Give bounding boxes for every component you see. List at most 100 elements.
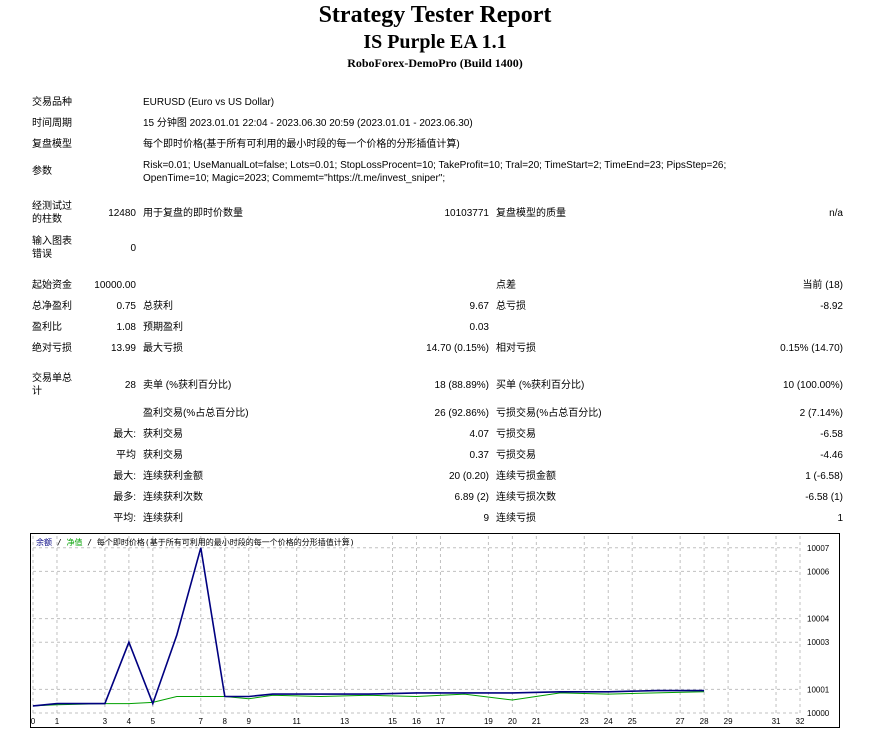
net-profit-value: 0.75 bbox=[116, 301, 136, 312]
x-tick-label: 0 bbox=[31, 717, 36, 726]
x-tick-label: 20 bbox=[508, 717, 517, 726]
x-tick-label: 5 bbox=[151, 717, 156, 726]
y-tick-label: 10004 bbox=[807, 615, 830, 624]
long-positions-value: 10 (100.00%) bbox=[782, 380, 843, 391]
maximal-consecutive-loss-label: 连续亏损次数 bbox=[496, 492, 556, 503]
legend-sep-1: / bbox=[52, 538, 66, 547]
chart-legend: 余额 / 净值 / 每个即时价格(基于所有可利用的最小时段的每一个价格的分形插值… bbox=[36, 537, 355, 547]
mismatch-value: 0 bbox=[130, 243, 136, 254]
legend-sep-2: / bbox=[82, 538, 96, 547]
x-tick-label: 24 bbox=[604, 717, 613, 726]
profit-factor-label: 盈利比 bbox=[32, 322, 62, 333]
largest-profit-label: 获利交易 bbox=[143, 429, 183, 440]
maximal-drawdown-value: 14.70 (0.15%) bbox=[426, 343, 489, 354]
bars-value: 12480 bbox=[108, 208, 136, 219]
y-tick-label: 10003 bbox=[807, 638, 830, 647]
total-trades-label-1: 交易单总 bbox=[32, 373, 72, 384]
x-tick-label: 31 bbox=[772, 717, 781, 726]
ticks-label: 用于复盘的即时价数量 bbox=[143, 208, 243, 219]
average-prefix: 平均 bbox=[116, 450, 136, 461]
largest-prefix: 最大: bbox=[113, 429, 136, 440]
maximal-consecutive-profit-value: 6.89 (2) bbox=[454, 492, 489, 503]
chart-frame bbox=[30, 533, 840, 728]
expected-payoff-value: 0.03 bbox=[469, 322, 489, 333]
params-line-1: Risk=0.01; UseManualLot=false; Lots=0.01… bbox=[143, 160, 727, 171]
x-tick-label: 3 bbox=[103, 717, 108, 726]
largest-profit-value: 4.07 bbox=[469, 429, 489, 440]
max-prefix: 最大: bbox=[113, 471, 136, 482]
expected-payoff-label: 预期盈利 bbox=[143, 322, 183, 333]
x-tick-label: 32 bbox=[796, 717, 805, 726]
average-profit-label: 获利交易 bbox=[143, 450, 183, 461]
maximal-prefix: 最多: bbox=[113, 492, 136, 503]
x-tick-label: 9 bbox=[246, 717, 251, 726]
average-profit-value: 0.37 bbox=[469, 450, 489, 461]
profit-factor-value: 1.08 bbox=[116, 322, 136, 333]
short-positions-value: 18 (88.89%) bbox=[434, 380, 489, 391]
model-value: 每个即时价格(基于所有可利用的最小时段的每一个价格的分形插值计算) bbox=[143, 139, 460, 150]
x-tick-label: 15 bbox=[388, 717, 397, 726]
mismatch-label-2: 错误 bbox=[32, 249, 52, 260]
x-tick-label: 16 bbox=[412, 717, 421, 726]
absolute-drawdown-value: 13.99 bbox=[110, 343, 136, 354]
profit-trades-value: 26 (92.86%) bbox=[434, 408, 489, 419]
spread-label: 点差 bbox=[496, 280, 516, 291]
y-tick-label: 10001 bbox=[807, 685, 830, 694]
period-value: 15 分钟图 2023.01.01 22:04 - 2023.06.30 20:… bbox=[143, 118, 473, 129]
x-tick-label: 4 bbox=[127, 717, 132, 726]
y-tick-label: 10007 bbox=[807, 544, 830, 553]
x-tick-label: 19 bbox=[484, 717, 493, 726]
balance-chart: 100001000110003100041000610007 013457891… bbox=[30, 533, 840, 728]
total-trades-value: 28 bbox=[124, 380, 136, 391]
report-subtitle: IS Purple EA 1.1 bbox=[363, 31, 507, 53]
maximal-consecutive-loss-value: -6.58 (1) bbox=[805, 492, 843, 503]
average-loss-label: 亏损交易 bbox=[496, 450, 536, 461]
largest-loss-label: 亏损交易 bbox=[496, 429, 536, 440]
max-consecutive-wins-value: 20 (0.20) bbox=[448, 471, 489, 482]
maximal-consecutive-profit-label: 连续获利次数 bbox=[143, 492, 203, 503]
profit-trades-label: 盈利交易(%占总百分比) bbox=[143, 408, 249, 419]
net-profit-label: 总净盈利 bbox=[32, 301, 72, 312]
symbol-label: 交易品种 bbox=[32, 97, 72, 108]
bars-label-2: 的柱数 bbox=[32, 214, 62, 225]
model-quality-value: n/a bbox=[829, 208, 843, 219]
legend-balance: 余额 bbox=[36, 537, 52, 547]
x-tick-label: 1 bbox=[55, 717, 60, 726]
maximal-drawdown-label: 最大亏损 bbox=[143, 343, 183, 354]
gross-loss-value: -8.92 bbox=[820, 301, 843, 312]
legend-equity: 净值 bbox=[66, 537, 82, 547]
x-tick-label: 21 bbox=[532, 717, 541, 726]
long-positions-label: 买单 (%获利百分比) bbox=[496, 380, 585, 391]
gross-profit-label: 总获利 bbox=[143, 301, 173, 312]
max-consecutive-losses-value: 1 (-6.58) bbox=[805, 471, 843, 482]
params-line-2: OpenTime=10; Magic=2023; Commemt="https:… bbox=[143, 173, 446, 184]
params-label: 参数 bbox=[32, 166, 52, 177]
x-tick-label: 25 bbox=[628, 717, 637, 726]
report-title: Strategy Tester Report bbox=[318, 2, 552, 28]
loss-trades-value: 2 (7.14%) bbox=[799, 408, 843, 419]
mismatch-label-1: 输入图表 bbox=[32, 236, 72, 247]
max-consecutive-losses-label: 连续亏损金额 bbox=[496, 471, 556, 482]
gross-loss-label: 总亏损 bbox=[496, 301, 526, 312]
total-trades-label-2: 计 bbox=[32, 386, 42, 397]
absolute-drawdown-label: 绝对亏损 bbox=[32, 343, 72, 354]
relative-drawdown-value: 0.15% (14.70) bbox=[780, 343, 843, 354]
deposit-value: 10000.00 bbox=[94, 280, 136, 291]
model-label: 复盘模型 bbox=[32, 139, 72, 150]
loss-trades-label: 亏损交易(%占总百分比) bbox=[496, 408, 602, 419]
gross-profit-value: 9.67 bbox=[469, 301, 489, 312]
relative-drawdown-label: 相对亏损 bbox=[496, 343, 536, 354]
largest-loss-value: -6.58 bbox=[820, 429, 843, 440]
x-tick-label: 28 bbox=[700, 717, 709, 726]
x-tick-label: 29 bbox=[724, 717, 733, 726]
max-consecutive-wins-label: 连续获利金额 bbox=[143, 471, 203, 482]
y-tick-label: 10000 bbox=[807, 709, 830, 718]
legend-model: 每个即时价格(基于所有可利用的最小时段的每一个价格的分形插值计算) bbox=[97, 537, 355, 547]
x-tick-label: 13 bbox=[340, 717, 349, 726]
x-tick-label: 23 bbox=[580, 717, 589, 726]
deposit-label: 起始资金 bbox=[32, 280, 72, 291]
model-quality-label: 复盘模型的质量 bbox=[496, 208, 566, 219]
x-tick-label: 8 bbox=[223, 717, 228, 726]
avg-consecutive-losses-value: 1 bbox=[837, 513, 843, 524]
report-build: RoboForex-DemoPro (Build 1400) bbox=[347, 56, 523, 70]
